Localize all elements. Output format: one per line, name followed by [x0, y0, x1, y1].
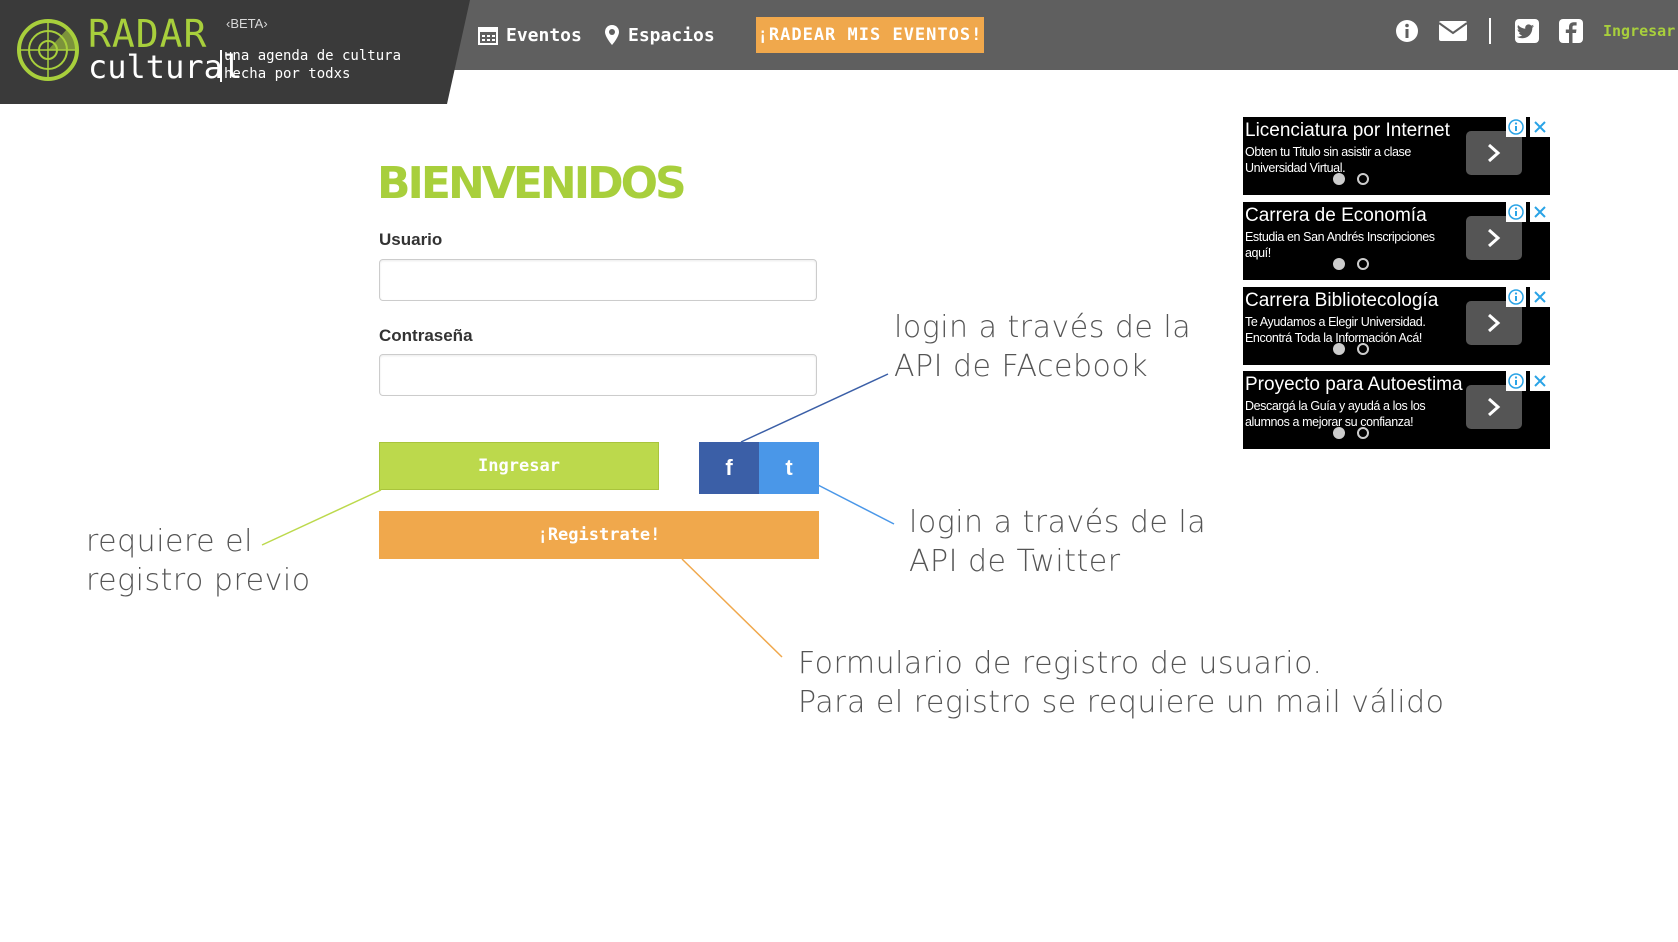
form-annotation-line2: Para el registro se requiere un mail vál… [798, 685, 1445, 720]
nav-espacios-label: Espacios [628, 24, 715, 46]
radar-logo-icon [17, 19, 79, 81]
twitter-annotation-line [817, 484, 895, 525]
ad-title: Carrera Bibliotecología [1245, 290, 1439, 311]
ad-description: Te Ayudamos a Elegir Universidad. Encont… [1245, 315, 1426, 345]
nav-eventos[interactable]: Eventos [478, 22, 582, 48]
twitter-login-icon: t [785, 455, 793, 480]
ad-pager [1333, 343, 1369, 355]
tagline-line2: hecha por todxs [224, 66, 351, 82]
facebook-annotation: login a través de la API de FAcebook [894, 308, 1191, 386]
facebook-login-button[interactable]: f [699, 442, 759, 494]
pager-dot-active[interactable] [1333, 427, 1345, 439]
info-icon[interactable] [1394, 18, 1420, 44]
register-button[interactable]: ¡Registrate! [379, 511, 819, 559]
header-divider [1489, 18, 1491, 44]
previo-annotation-line1: requiere el [86, 524, 253, 559]
twitter-annotation-line1: login a través de la [909, 505, 1207, 540]
form-annotation-line [681, 558, 783, 658]
ad-next-button[interactable] [1466, 301, 1522, 345]
ad-title: Proyecto para Autoestima [1245, 374, 1463, 395]
logo-area[interactable]: RADAR cultural ‹BETA› una agenda de cult… [0, 0, 470, 104]
password-input[interactable] [379, 354, 817, 396]
ad-title: Licenciatura por Internet [1245, 120, 1450, 141]
tagline-divider [220, 50, 222, 82]
previo-annotation: requiere el registro previo [86, 522, 311, 600]
twitter-annotation: login a través de la API de Twitter [909, 503, 1206, 581]
chevron-right-icon [1488, 143, 1501, 163]
username-label: Usuario [379, 230, 443, 249]
calendar-icon [478, 27, 498, 45]
pager-dot-active[interactable] [1333, 173, 1345, 185]
ad-info-icon[interactable] [1506, 287, 1526, 307]
facebook-annotation-line2: API de FAcebook [894, 349, 1149, 384]
ad-unit[interactable]: Licenciatura por Internet Obten tu Titul… [1243, 117, 1550, 195]
ad-unit[interactable]: Carrera Bibliotecología Te Ayudamos a El… [1243, 287, 1550, 365]
previo-annotation-line2: registro previo [86, 563, 311, 598]
ad-info-icon[interactable] [1506, 202, 1526, 222]
ad-title: Carrera de Economía [1245, 205, 1427, 226]
ad-next-button[interactable] [1466, 385, 1522, 429]
chevron-right-icon [1488, 228, 1501, 248]
ad-description: Estudia en San Andrés Inscripciones aquí… [1245, 230, 1435, 260]
chevron-right-icon [1488, 397, 1501, 417]
ad-unit[interactable]: Carrera de Economía Estudia en San André… [1243, 202, 1550, 280]
ad-info-icon[interactable] [1506, 371, 1526, 391]
username-input[interactable] [379, 259, 817, 301]
ad-close-icon[interactable] [1530, 202, 1550, 222]
radear-mis-eventos-button[interactable]: ¡RADEAR MIS EVENTOS! [756, 17, 984, 53]
pager-dot[interactable] [1357, 173, 1369, 185]
form-annotation: Formulario de registro de usuario. Para … [798, 644, 1445, 722]
pager-dot-active[interactable] [1333, 343, 1345, 355]
ad-close-icon[interactable] [1530, 371, 1550, 391]
ad-pager [1333, 173, 1369, 185]
pager-dot[interactable] [1357, 258, 1369, 270]
pager-dot[interactable] [1357, 427, 1369, 439]
ad-description: Descargá la Guía y ayudá a los los alumn… [1245, 399, 1426, 429]
chevron-right-icon [1488, 313, 1501, 333]
pager-dot[interactable] [1357, 343, 1369, 355]
brand-cultural: cultural [88, 48, 243, 86]
facebook-login-icon: f [725, 455, 733, 480]
mail-icon[interactable] [1438, 18, 1468, 44]
facebook-annotation-line1: login a través de la [894, 310, 1192, 345]
ad-next-button[interactable] [1466, 131, 1522, 175]
form-annotation-line1: Formulario de registro de usuario. [798, 646, 1323, 681]
nav-espacios[interactable]: Espacios [604, 22, 715, 48]
ad-info-icon[interactable] [1506, 117, 1526, 137]
tagline-line1: una agenda de cultura [224, 48, 402, 64]
ad-close-icon[interactable] [1530, 117, 1550, 137]
facebook-icon[interactable] [1558, 18, 1584, 44]
twitter-login-button[interactable]: t [759, 442, 819, 494]
password-label: Contraseña [379, 326, 473, 345]
map-pin-icon [605, 25, 619, 45]
ad-pager [1333, 258, 1369, 270]
twitter-icon[interactable] [1514, 18, 1540, 44]
ad-description: Obten tu Titulo sin asistir a clase Univ… [1245, 145, 1411, 175]
ad-unit[interactable]: Proyecto para Autoestima Descargá la Guí… [1243, 371, 1550, 449]
ad-next-button[interactable] [1466, 216, 1522, 260]
pager-dot-active[interactable] [1333, 258, 1345, 270]
beta-badge: ‹BETA› [226, 16, 268, 31]
header-login-link[interactable]: Ingresar [1603, 22, 1675, 40]
welcome-title: BIENVENIDOS [377, 158, 687, 209]
ad-pager [1333, 427, 1369, 439]
nav-eventos-label: Eventos [506, 24, 582, 46]
login-button[interactable]: Ingresar [379, 442, 659, 490]
twitter-annotation-line2: API de Twitter [909, 544, 1121, 579]
ad-close-icon[interactable] [1530, 287, 1550, 307]
